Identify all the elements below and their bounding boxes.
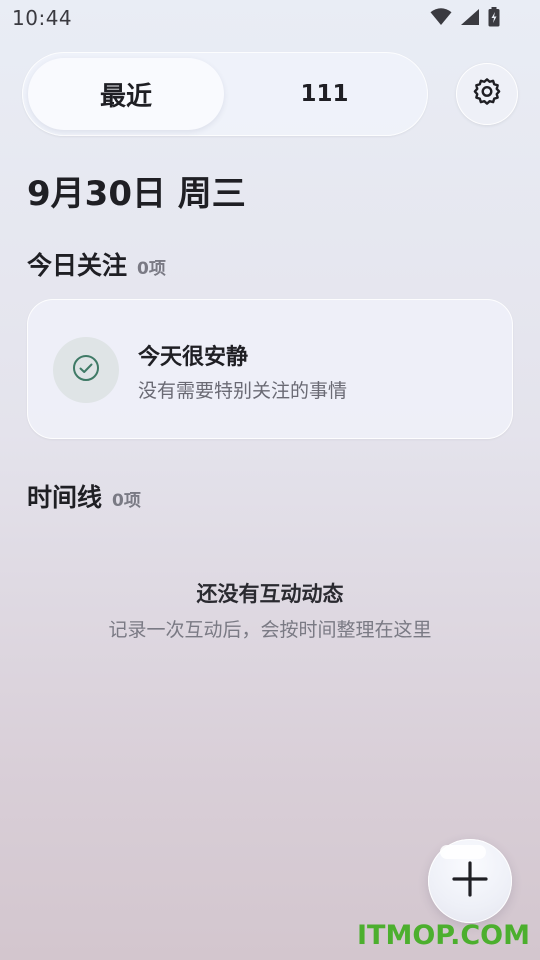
status-bar: 10:44	[0, 0, 540, 36]
timeline-section-title: 时间线	[27, 483, 103, 512]
check-circle-badge	[53, 337, 119, 403]
date-heading: 9月30日 周三	[27, 174, 246, 214]
gear-icon	[471, 76, 503, 112]
status-time: 10:44	[12, 6, 73, 30]
focus-card-subtitle: 没有需要特别关注的事情	[138, 380, 348, 402]
timeline-empty-subtitle: 记录一次互动后，会按时间整理在这里	[108, 619, 432, 641]
tab-recent[interactable]: 最近	[28, 58, 224, 130]
focus-section-count: 0项	[137, 259, 166, 279]
timeline-section-header: 时间线 0项	[27, 478, 141, 514]
check-circle-icon	[71, 353, 101, 387]
timeline-section-count: 0项	[112, 491, 141, 511]
focus-card-title: 今天很安静	[138, 345, 249, 370]
fab-highlight	[440, 845, 486, 859]
tab-111[interactable]: 111	[227, 58, 422, 130]
focus-empty-card: 今天很安静 没有需要特别关注的事情	[27, 299, 513, 439]
focus-section-title: 今日关注	[27, 251, 128, 280]
watermark-logo: ITMOP.COM	[356, 920, 530, 951]
timeline-empty-title: 还没有互动动态	[196, 582, 344, 606]
battery-charging-icon	[488, 7, 500, 27]
plus-icon	[450, 859, 490, 903]
view-switcher: 最近 111	[22, 52, 428, 136]
status-icons	[430, 7, 500, 27]
cellular-signal-icon	[460, 8, 480, 26]
settings-button[interactable]	[456, 63, 518, 125]
focus-section-header: 今日关注 0项	[27, 246, 166, 282]
wifi-icon	[430, 8, 452, 26]
